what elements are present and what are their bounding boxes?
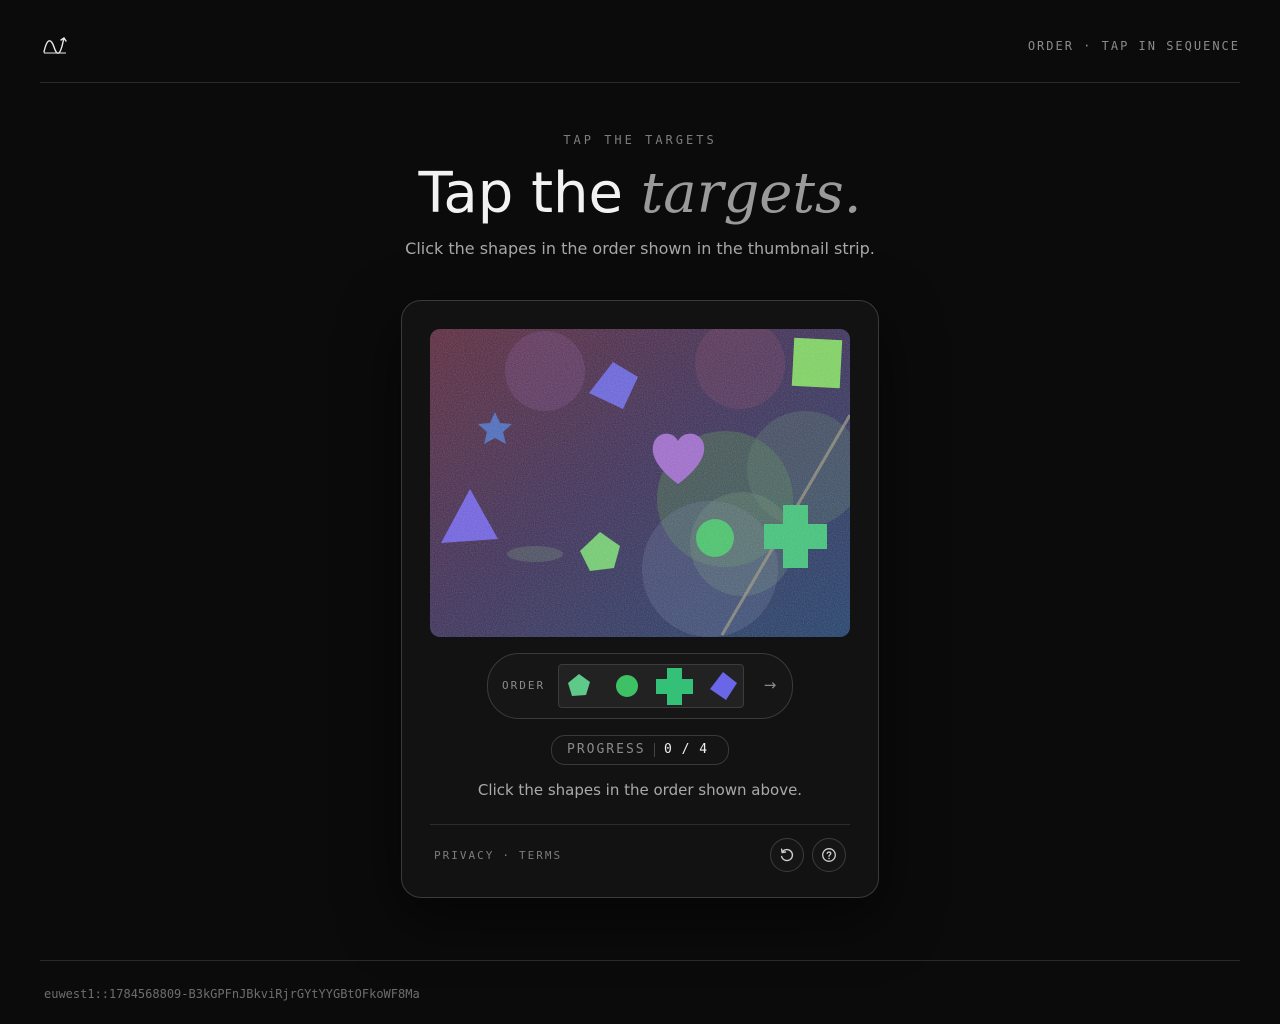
title-plain: Tap the bbox=[418, 161, 641, 226]
order-thumbnail-strip bbox=[558, 664, 744, 708]
wave-logo-icon bbox=[43, 37, 67, 54]
progress-indicator: PROGRESS 0 / 4 bbox=[551, 735, 729, 765]
title-accent: targets. bbox=[640, 161, 862, 226]
session-id: euwest1::1784568809-B3kGPFnJBkviRjrGYtYY… bbox=[44, 987, 420, 1001]
privacy-link[interactable]: PRIVACY bbox=[434, 849, 494, 862]
eyebrow-label: TAP THE TARGETS bbox=[563, 133, 717, 147]
progress-divider bbox=[654, 743, 655, 757]
terms-link[interactable]: TERMS bbox=[519, 849, 562, 862]
page-title: Tap the targets. bbox=[0, 158, 1280, 230]
refresh-button[interactable] bbox=[770, 838, 804, 872]
top-bar: ORDER · TAP IN SEQUENCE bbox=[40, 0, 1240, 83]
help-icon bbox=[822, 848, 836, 862]
challenge-card: ORDER → PROGRESS 0 / 4 Click the shapes … bbox=[401, 300, 879, 898]
instruction-text: Click the shapes in the order shown abov… bbox=[477, 781, 803, 799]
captcha-page: ORDER · TAP IN SEQUENCE TAP THE TARGETS … bbox=[0, 0, 1280, 1024]
header-mode-label: ORDER · TAP IN SEQUENCE bbox=[1027, 39, 1240, 53]
card-divider bbox=[430, 824, 850, 825]
thumb-diamond bbox=[710, 672, 737, 700]
progress-value: 0 / 4 bbox=[664, 742, 709, 757]
thumb-circle bbox=[616, 675, 638, 697]
page-subtitle: Click the shapes in the order shown in t… bbox=[405, 239, 875, 258]
refresh-icon bbox=[780, 848, 794, 862]
help-button[interactable] bbox=[812, 838, 846, 872]
progress-label: PROGRESS bbox=[567, 742, 646, 757]
footer-divider bbox=[40, 960, 1240, 961]
thumb-pentagon bbox=[568, 674, 590, 696]
arrow-right-icon[interactable]: → bbox=[758, 673, 782, 697]
order-strip-container: ORDER → bbox=[487, 653, 793, 719]
challenge-canvas[interactable] bbox=[430, 329, 850, 637]
legal-links: PRIVACY · TERMS bbox=[434, 849, 562, 862]
order-label: ORDER bbox=[502, 679, 546, 692]
thumb-cross bbox=[656, 668, 693, 705]
link-separator: · bbox=[502, 849, 511, 862]
